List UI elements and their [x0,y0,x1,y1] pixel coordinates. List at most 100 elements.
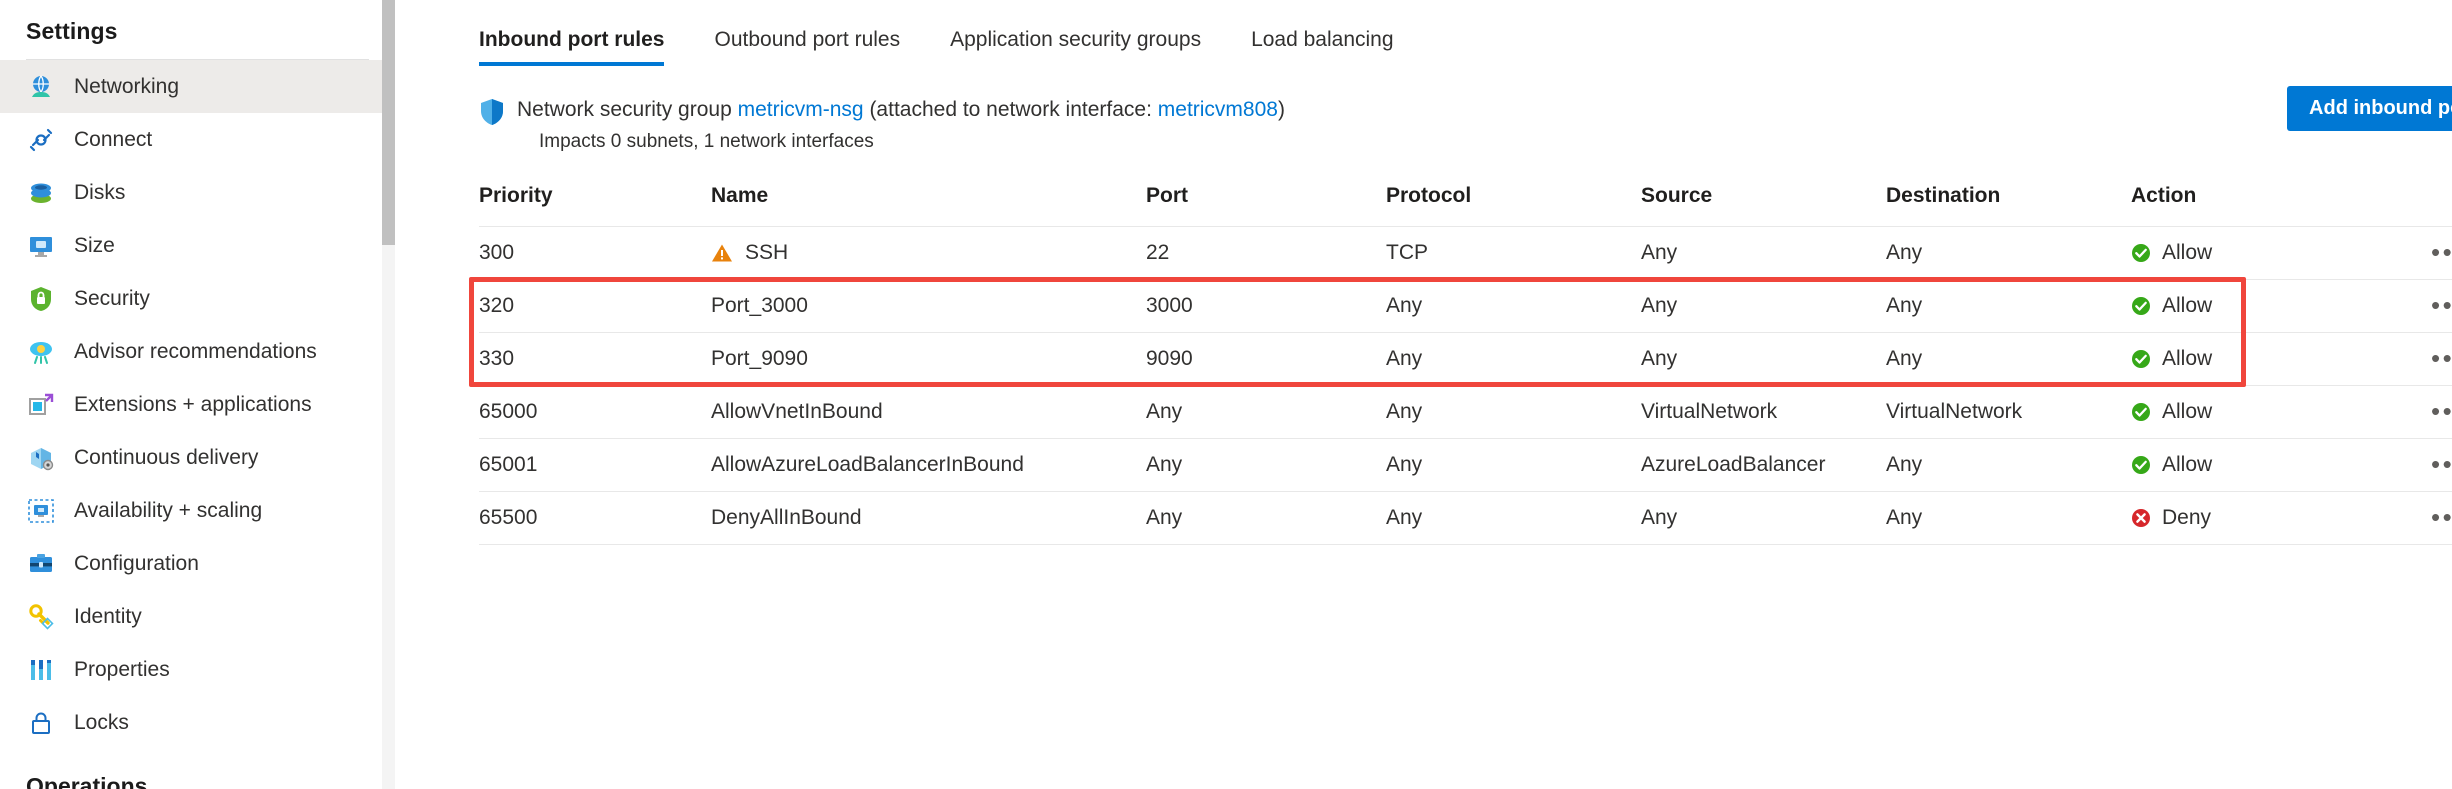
sidebar-item-size[interactable]: Size [0,219,395,272]
cell-action: Allow [2131,384,2431,439]
cell-destination: VirtualNetwork [1886,384,2131,439]
action-text: Deny [2162,505,2212,529]
sidebar-group-operations: Operations [26,773,148,789]
nsg-suffix-text: ) [1277,98,1285,121]
cell-row-menu[interactable]: ••• [2431,225,2452,280]
table-row[interactable]: 65000 AllowVnetInBound Any Any VirtualNetw… [479,384,2452,439]
cell-destination: Any [1886,278,2131,333]
delivery-icon [26,443,56,473]
column-header-name: Name [711,183,769,207]
cell-row-menu[interactable]: ••• [2431,437,2452,492]
table-header: Priority Name Port Protocol Source Destinatio… [479,184,2452,227]
inbound-port-rules-table: Priority Name Port Protocol Source Destinatio… [479,184,2452,545]
tab-application-security-groups[interactable]: Application security groups [950,28,1201,66]
sidebar-item-disks[interactable]: Disks [0,166,395,219]
cell-row-menu[interactable]: ••• [2431,331,2452,386]
tab-load-balancing[interactable]: Load balancing [1251,28,1393,66]
sidebar-item-configuration[interactable]: Configuration [0,537,395,590]
rule-name-text: Port_9090 [711,346,808,370]
sidebar-item-security[interactable]: Security [0,272,395,325]
warning-icon [712,244,732,262]
sidebar-scrollbar-thumb[interactable] [382,0,395,245]
sidebar-item-label: Disks [74,180,126,204]
cell-port: Any [1146,437,1386,492]
cell-action: Allow [2131,437,2431,492]
nic-name-link[interactable]: metricvm808 [1158,98,1278,121]
sidebar-item-label: Networking [74,74,180,98]
sidebar-item-continuous-delivery[interactable]: Continuous delivery [0,431,395,484]
deny-cross-icon [2131,508,2151,528]
advisor-icon [26,337,56,367]
ellipsis-icon[interactable]: ••• [2431,343,2452,373]
action-text: Allow [2162,452,2213,476]
networking-icon [26,72,56,102]
nsg-summary-line: Network security group metricvm-nsg (att… [517,94,1285,127]
table-row[interactable]: 65001 AllowAzureLoadBalancerInBound Any A… [479,437,2452,492]
sidebar-scrollbar[interactable] [382,0,395,789]
nsg-info-header: Network security group metricvm-nsg (att… [395,66,2452,156]
sidebar-item-label: Extensions + applications [74,392,312,416]
security-icon [26,284,56,314]
sidebar-item-locks[interactable]: Locks [0,696,395,749]
cell-port: 22 [1146,225,1386,280]
sidebar-item-label: Locks [74,710,129,734]
table-row[interactable]: 300 SSH 22TCPAnyAny Allow ••• [479,225,2452,280]
sidebar-item-label: Advisor recommendations [74,339,317,363]
allow-check-icon [2131,349,2151,369]
cell-protocol: Any [1386,437,1641,492]
cell-action: Allow [2131,331,2431,386]
cell-source: Any [1641,278,1886,333]
cell-priority: 320 [479,278,711,333]
cell-destination: Any [1886,437,2131,492]
warning-icon [711,243,733,263]
add-inbound-port-rule-button[interactable]: Add inbound port rule [2287,86,2452,131]
connect-icon [26,125,56,155]
sidebar-item-networking[interactable]: Networking [0,60,395,113]
cell-source: Any [1641,490,1886,545]
cell-row-menu[interactable]: ••• [2431,490,2452,545]
locks-icon [26,708,56,738]
ellipsis-icon[interactable]: ••• [2431,237,2452,267]
column-header-destination: Destination [1886,183,2001,207]
column-header-priority: Priority [479,183,553,207]
table-row[interactable]: 65500 DenyAllInBound Any Any Any Any Deny •… [479,490,2452,545]
properties-icon [26,655,56,685]
cell-port: Any [1146,384,1386,439]
tab-outbound-port-rules[interactable]: Outbound port rules [714,28,900,66]
sidebar-item-extensions-applications[interactable]: Extensions + applications [0,378,395,431]
cell-protocol: Any [1386,331,1641,386]
sidebar-item-label: Continuous delivery [74,445,259,469]
rule-name-text: Port_3000 [711,293,808,317]
sidebar-item-properties[interactable]: Properties [0,643,395,696]
action-text: Allow [2162,346,2213,370]
cell-priority: 300 [479,225,711,280]
table-row[interactable]: 330 Port_9090 9090AnyAnyAny Allow ••• [479,331,2452,386]
ellipsis-icon[interactable]: ••• [2431,449,2452,479]
cell-action: Allow [2131,278,2431,333]
cell-name: SSH [711,225,1146,280]
allow-check-icon [2131,455,2151,475]
nsg-name-link[interactable]: metricvm-nsg [738,98,864,121]
table-row[interactable]: 320 Port_3000 3000AnyAnyAny Allow ••• [479,278,2452,333]
sidebar-item-label: Availability + scaling [74,498,263,522]
cell-row-menu[interactable]: ••• [2431,278,2452,333]
cell-port: Any [1146,490,1386,545]
cell-protocol: Any [1386,490,1641,545]
cell-priority: 65500 [479,490,711,545]
ellipsis-icon[interactable]: ••• [2431,290,2452,320]
sidebar-item-advisor-recommendations[interactable]: Advisor recommendations [0,325,395,378]
tab-inbound-port-rules[interactable]: Inbound port rules [479,28,665,66]
cell-action: Allow [2131,225,2431,280]
sidebar-item-availability-scaling[interactable]: Availability + scaling [0,484,395,537]
ellipsis-icon[interactable]: ••• [2431,502,2452,532]
cell-destination: Any [1886,331,2131,386]
cell-port: 9090 [1146,331,1386,386]
cell-row-menu[interactable]: ••• [2431,384,2452,439]
sidebar-item-connect[interactable]: Connect [0,113,395,166]
cell-port: 3000 [1146,278,1386,333]
cell-name: Port_9090 [711,331,1146,386]
column-header-action: Action [2131,183,2197,207]
cell-name: AllowVnetInBound [711,384,1146,439]
sidebar-item-identity[interactable]: Identity [0,590,395,643]
ellipsis-icon[interactable]: ••• [2431,396,2452,426]
